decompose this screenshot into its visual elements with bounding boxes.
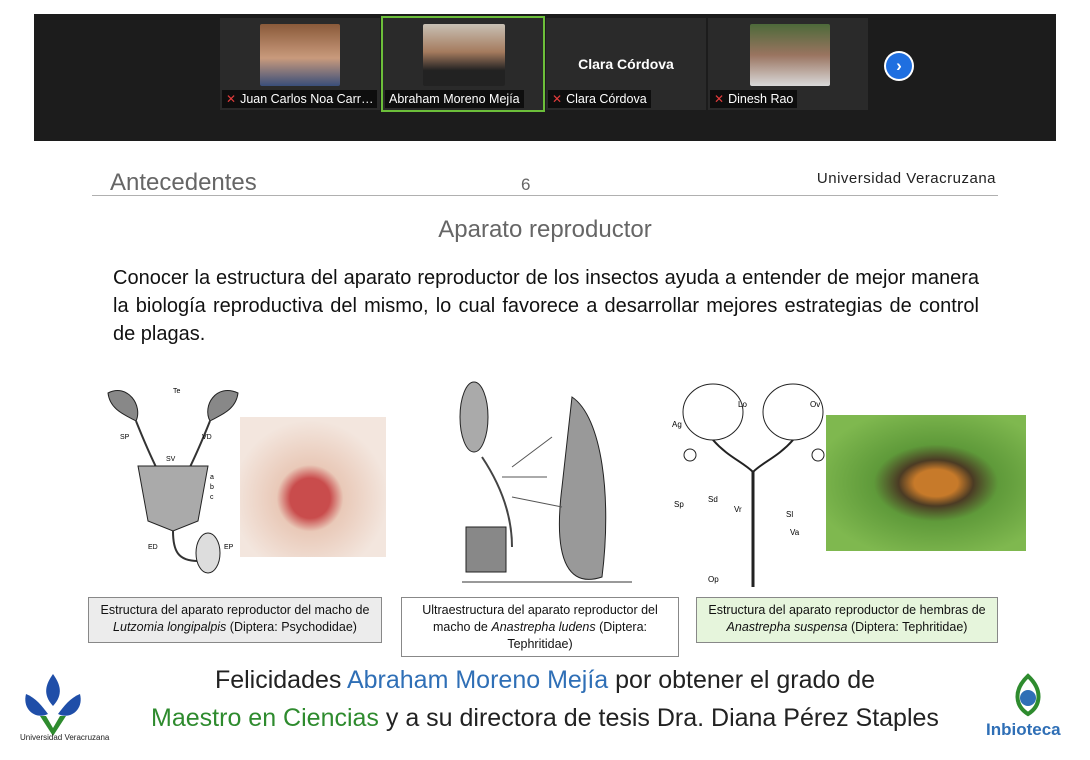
participant-name: Clara Córdova — [566, 92, 647, 106]
diagram-label: a — [210, 474, 214, 481]
participant-name: Juan Carlos Noa Carr… — [240, 92, 374, 106]
slide-section-title: Antecedentes — [110, 169, 257, 196]
figure-caption: Ultraestructura del aparato reproductor … — [401, 597, 679, 657]
diagram-label: Vr — [734, 505, 742, 514]
mic-muted-icon: ✕ — [552, 92, 563, 106]
participant-nameplate: ✕ Juan Carlos Noa Carr… — [222, 90, 378, 108]
participant-video-off-name: Clara Córdova — [578, 56, 674, 72]
participant-tile[interactable]: ✕ Dinesh Rao — [708, 18, 868, 110]
diagram-label: Op — [708, 575, 719, 584]
participant-nameplate: ✕ Clara Córdova — [548, 90, 651, 108]
participant-tile[interactable]: Clara Córdova ✕ Clara Córdova — [546, 18, 706, 110]
figure-caption: Estructura del aparato reproductor de he… — [696, 597, 998, 643]
diagram-label: ED — [148, 544, 158, 551]
banner-line-1: Felicidades Abraham Moreno Mejía por obt… — [214, 666, 876, 694]
diagram-label: b — [210, 484, 214, 491]
slide-page-number: 6 — [521, 175, 531, 194]
diagram-label: Te — [173, 388, 181, 395]
participant-name: Dinesh Rao — [728, 92, 794, 106]
slide-institution: Universidad Veracruzana — [816, 170, 996, 187]
diagram-label: Sd — [708, 495, 718, 504]
participant-video — [260, 24, 340, 86]
participant-nameplate: ✕ Dinesh Rao — [710, 90, 798, 108]
inbioteca-logo-text: Inbioteca — [986, 720, 1061, 739]
meeting-window: ✕ Juan Carlos Noa Carr… Abraham Moreno Me… — [0, 14, 1090, 744]
participant-nameplate: Abraham Moreno Mejía — [385, 90, 524, 108]
diagram-label: Sp — [674, 500, 684, 509]
diagram-label: Ag — [672, 420, 682, 429]
participant-strip: ✕ Juan Carlos Noa Carr… Abraham Moreno Me… — [34, 14, 1056, 141]
shared-slide: Antecedentes 6 Universidad Veracruzana A… — [0, 141, 1090, 744]
diagram-label: Va — [790, 528, 800, 537]
slide-subtitle: Aparato reproductor — [438, 216, 652, 243]
participant-tile-active[interactable]: Abraham Moreno Mejía — [381, 16, 545, 112]
mic-muted-icon: ✕ — [714, 92, 725, 106]
banner-line-2: Maestro en Ciencias y a su directora de … — [151, 704, 939, 732]
diagram-label: Lo — [738, 400, 747, 409]
diagram-label: c — [210, 494, 214, 501]
participant-name: Abraham Moreno Mejía — [389, 92, 520, 106]
diagram-label: Ov — [810, 400, 820, 409]
diagram-label: VD — [202, 434, 212, 441]
slide-divider — [92, 195, 998, 196]
chevron-right-icon: › — [886, 53, 912, 79]
slide-body-text: Conocer la estructura del aparato reprod… — [113, 267, 979, 345]
figure-caption: Estructura del aparato reproductor del m… — [88, 597, 382, 643]
participant-video — [750, 24, 830, 86]
sandfly-photo — [240, 417, 386, 557]
diagram-label: Sl — [786, 510, 793, 519]
mic-muted-icon: ✕ — [226, 92, 237, 106]
male-reproductive-diagram: Te SP VD SV a b c ED EP — [107, 388, 239, 574]
diagram-label: SP — [120, 434, 130, 441]
participant-tile[interactable]: ✕ Juan Carlos Noa Carr… — [220, 18, 380, 110]
fruit-fly-photo — [826, 415, 1026, 551]
universidad-veracruzana-logo-text: Universidad Veracruzana — [20, 733, 110, 742]
participant-video — [423, 24, 505, 86]
female-reproductive-diagram: Ag Lo Ov Sp Sd Vr Sl Va Op — [672, 383, 825, 587]
congratulations-banner: Universidad Veracruzana Felicidades Abra… — [0, 658, 1090, 744]
ultrastructure-diagram — [459, 381, 632, 583]
diagram-label: EP — [224, 544, 234, 551]
next-participants-button[interactable]: › — [884, 51, 914, 81]
diagram-label: SV — [166, 456, 176, 463]
